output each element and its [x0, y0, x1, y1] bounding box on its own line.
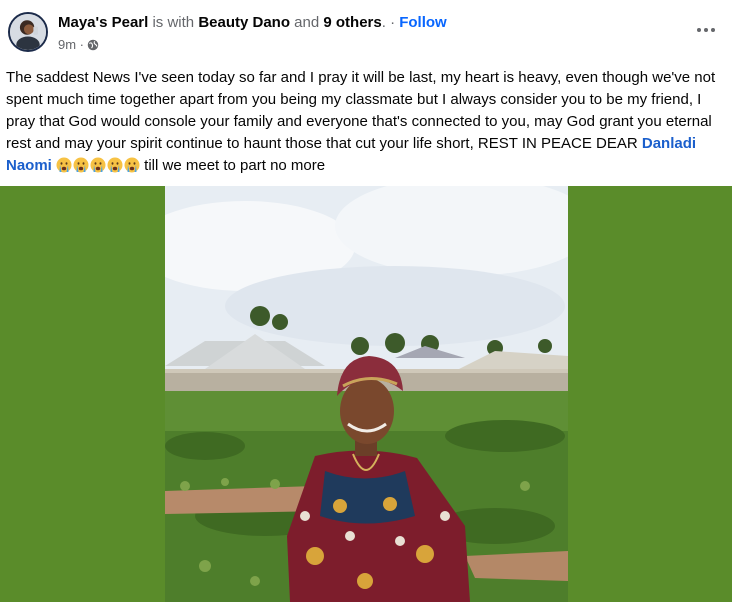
- author-name[interactable]: Maya's Pearl: [58, 14, 148, 31]
- author-avatar[interactable]: [8, 12, 48, 52]
- post-photo-container: [0, 186, 732, 602]
- crying-face-icon: [73, 157, 89, 173]
- more-options-icon[interactable]: [692, 18, 720, 42]
- more-dot: [711, 28, 715, 32]
- post-time[interactable]: 9m ·: [58, 37, 84, 53]
- follow-button[interactable]: Follow: [399, 14, 447, 31]
- globe-icon: [87, 39, 99, 51]
- more-dot: [697, 28, 701, 32]
- post-meta: 9m ·: [58, 37, 99, 53]
- and-text: and: [290, 14, 324, 31]
- tagged-person[interactable]: Beauty Dano: [198, 14, 290, 31]
- follow-separator: . ·: [381, 14, 400, 31]
- crying-face-icon: [107, 157, 123, 173]
- photo-illustration: [165, 186, 568, 602]
- author-line: Maya's Pearl is with Beauty Dano and 9 o…: [58, 14, 447, 32]
- post-message-ending: till we meet to part no more: [140, 157, 326, 174]
- with-text: is with: [148, 14, 199, 31]
- post-header: Maya's Pearl is with Beauty Dano and 9 o…: [0, 0, 732, 62]
- crying-face-icon: [90, 157, 106, 173]
- post-message: The saddest News I've seen today so far …: [6, 67, 728, 177]
- emoji-row: [56, 157, 140, 173]
- avatar-image: [10, 14, 46, 50]
- crying-face-icon: [124, 157, 140, 173]
- post-message-text: The saddest News I've seen today so far …: [6, 69, 716, 152]
- post-photo[interactable]: [165, 186, 568, 602]
- crying-face-icon: [56, 157, 72, 173]
- others-link[interactable]: 9 others: [323, 14, 381, 31]
- more-dot: [704, 28, 708, 32]
